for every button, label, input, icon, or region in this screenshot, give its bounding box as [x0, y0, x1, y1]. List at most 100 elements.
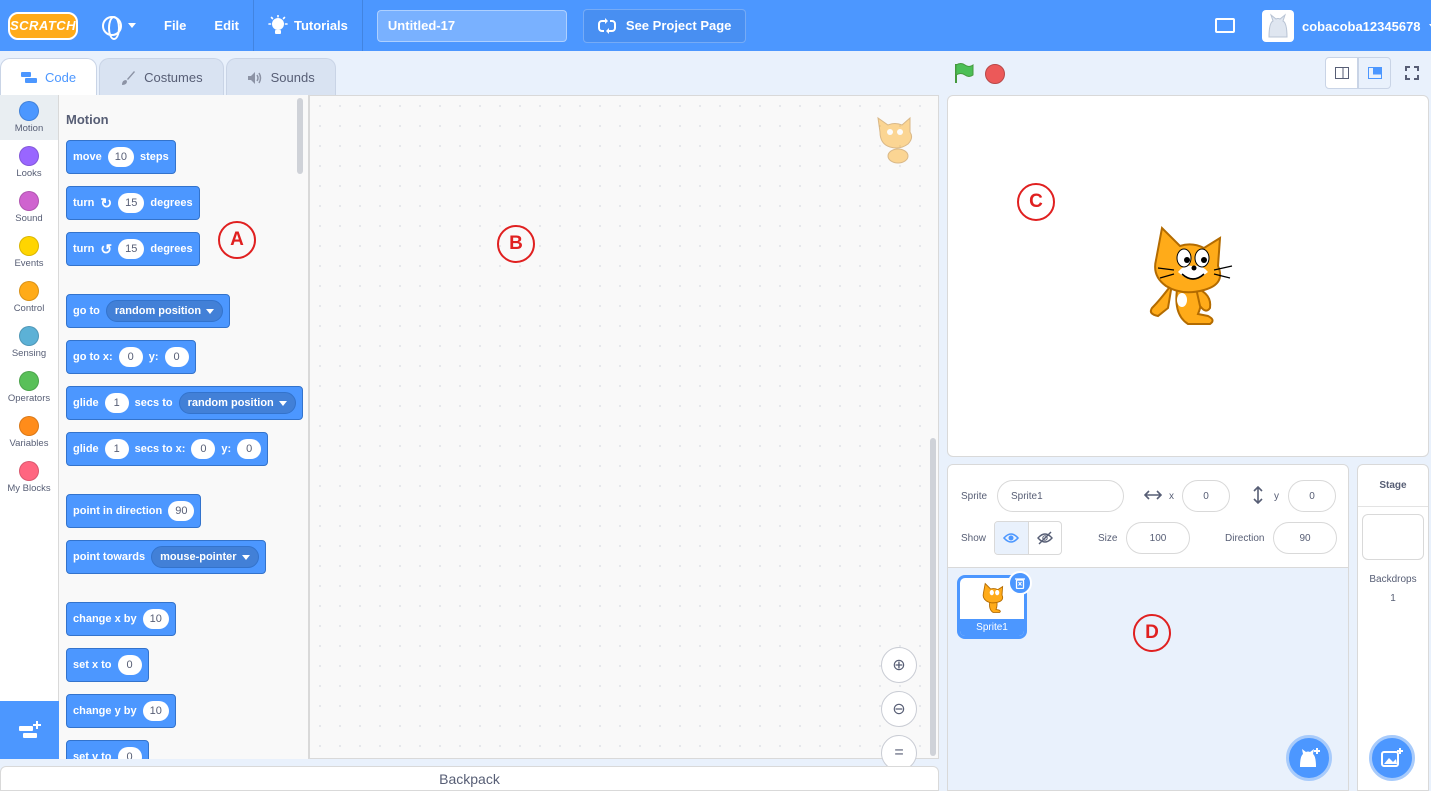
sensing-dot-icon [19, 326, 39, 346]
category-looks[interactable]: Looks [0, 140, 58, 185]
block-point-in-direction[interactable]: point in direction 90 [66, 494, 202, 528]
annotation-marker-b: B [497, 225, 535, 263]
block-turn-right[interactable]: turn ↻ 15 degrees [66, 186, 200, 220]
project-title-input[interactable] [376, 9, 567, 42]
add-extension-icon [18, 721, 41, 738]
zoom-in-button[interactable]: ⊕ [881, 647, 917, 683]
block-move-steps[interactable]: move 10 steps [66, 140, 176, 174]
block-input[interactable]: 0 [117, 747, 142, 759]
x-input[interactable]: 0 [1182, 480, 1230, 512]
small-stage-button[interactable] [1325, 57, 1358, 89]
tab-costumes[interactable]: Costumes [99, 58, 224, 96]
add-sprite-icon [1300, 748, 1320, 767]
delete-sprite-button[interactable] [1008, 571, 1032, 595]
block-input[interactable]: 0 [237, 439, 262, 459]
category-label: My Blocks [7, 483, 51, 494]
block-input[interactable]: 15 [118, 239, 145, 259]
block-dropdown[interactable]: random position [178, 392, 296, 414]
block-point-towards[interactable]: point towards mouse-pointer [66, 540, 266, 574]
category-events[interactable]: Events [0, 230, 58, 275]
stage-selector-pane[interactable]: Stage Backdrops 1 [1357, 464, 1429, 791]
code-blocks-icon [21, 71, 37, 83]
category-operators[interactable]: Operators [0, 365, 58, 410]
sprite-cat[interactable] [1138, 224, 1238, 328]
show-button[interactable] [995, 522, 1029, 554]
file-menu[interactable]: File [150, 0, 200, 51]
block-input[interactable]: 0 [118, 347, 143, 367]
block-input[interactable]: 0 [117, 655, 142, 675]
block-go-to[interactable]: go to random position [66, 294, 231, 328]
block-glide-to[interactable]: glide 1 secs to random position [66, 386, 303, 420]
category-sensing[interactable]: Sensing [0, 320, 58, 365]
scratch-logo[interactable]: SCRATCH [8, 11, 78, 40]
fullscreen-button[interactable] [1395, 57, 1428, 89]
backdrop-thumbnail[interactable] [1362, 514, 1424, 560]
block-turn-left[interactable]: turn ↺ 15 degrees [66, 232, 200, 266]
block-change-y[interactable]: change y by 10 [66, 694, 176, 728]
annotation-marker-c: C [1017, 183, 1055, 221]
small-stage-icon [1334, 67, 1349, 79]
large-stage-button[interactable] [1358, 57, 1391, 89]
palette-scrollbar[interactable] [297, 98, 303, 174]
category-label: Sound [15, 213, 43, 224]
block-input[interactable]: 1 [104, 439, 129, 459]
green-flag-icon[interactable] [952, 62, 974, 84]
add-extension-button[interactable] [0, 701, 59, 759]
block-text: move [73, 151, 102, 163]
block-input[interactable]: 15 [118, 193, 145, 213]
block-change-x[interactable]: change x by 10 [66, 602, 176, 636]
category-label: Looks [16, 168, 42, 179]
size-input[interactable]: 100 [1126, 522, 1190, 554]
block-input[interactable]: 1 [104, 393, 129, 413]
tab-sounds[interactable]: Sounds [225, 58, 336, 96]
block-set-x[interactable]: set x to 0 [66, 648, 149, 682]
block-input[interactable]: 0 [164, 347, 189, 367]
block-text: glide [73, 443, 99, 455]
backpack[interactable]: Backpack [0, 766, 939, 791]
tutorials-label: Tutorials [293, 18, 348, 33]
account-menu[interactable]: cobacoba12345678 [1262, 10, 1431, 42]
hide-button[interactable] [1029, 522, 1062, 554]
zoom-out-button[interactable]: ⊖ [881, 691, 917, 727]
block-input[interactable]: 90 [168, 501, 195, 521]
events-dot-icon [19, 236, 39, 256]
choose-backdrop-button[interactable] [1369, 735, 1415, 781]
motion-dot-icon [19, 101, 39, 121]
large-stage-icon [1367, 67, 1382, 79]
block-glide-to-xy[interactable]: glide 1 secs to x: 0 y: 0 [66, 432, 269, 466]
stop-button[interactable] [985, 64, 1005, 84]
y-input[interactable]: 0 [1288, 480, 1336, 512]
paintbrush-icon [122, 70, 136, 85]
block-go-to-xy[interactable]: go to x: 0 y: 0 [66, 340, 196, 374]
see-project-page-button[interactable]: See Project Page [582, 8, 747, 43]
language-menu[interactable] [88, 0, 150, 51]
category-variables[interactable]: Variables [0, 410, 58, 455]
script-area[interactable]: ⊕ ⊖ = [309, 95, 939, 771]
edit-menu[interactable]: Edit [200, 0, 253, 51]
stage[interactable] [947, 95, 1429, 457]
block-input[interactable]: 10 [142, 609, 169, 629]
category-motion[interactable]: Motion [0, 95, 58, 140]
block-set-y[interactable]: set y to 0 [66, 740, 149, 759]
my-stuff-folder-icon[interactable] [1215, 18, 1235, 33]
category-my-blocks[interactable]: My Blocks [0, 455, 58, 500]
category-sound[interactable]: Sound [0, 185, 58, 230]
editor-tabs: Code Costumes Sounds [0, 58, 336, 96]
stage-pane-title: Stage [1358, 465, 1428, 507]
tutorials-button[interactable]: Tutorials [254, 0, 362, 51]
choose-sprite-button[interactable] [1286, 735, 1332, 781]
block-dropdown[interactable]: random position [105, 300, 224, 322]
category-menu: Motion Looks Sound Events Control Sensin… [0, 95, 59, 701]
script-area-scrollbar[interactable] [930, 438, 936, 756]
direction-input[interactable]: 90 [1273, 522, 1337, 554]
tab-code[interactable]: Code [0, 58, 98, 96]
zoom-in-icon: ⊕ [892, 657, 906, 674]
block-input[interactable]: 10 [107, 147, 134, 167]
sprite-name-input[interactable]: Sprite1 [997, 480, 1124, 512]
block-text: degrees [150, 243, 193, 255]
category-control[interactable]: Control [0, 275, 58, 320]
block-dropdown[interactable]: mouse-pointer [151, 546, 259, 568]
block-input[interactable]: 10 [142, 701, 169, 721]
dropdown-value: random position [114, 305, 202, 317]
block-input[interactable]: 0 [191, 439, 216, 459]
